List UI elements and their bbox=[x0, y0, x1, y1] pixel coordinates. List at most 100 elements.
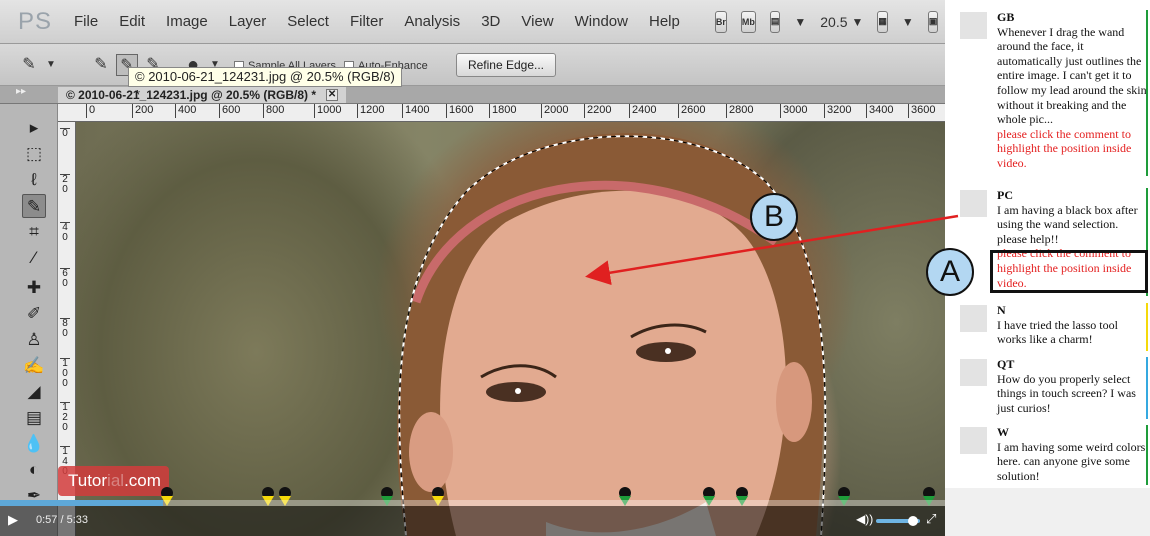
close-icon[interactable]: ✕ bbox=[326, 89, 339, 101]
comment-author: W bbox=[997, 425, 1009, 439]
zoom-level[interactable]: 20.5 bbox=[820, 14, 847, 30]
quick-selection-icon[interactable]: ✎ bbox=[18, 54, 40, 76]
chevron-down-icon[interactable]: ▼ bbox=[40, 54, 62, 76]
comment-item[interactable]: GB Whenever I drag the wand around the f… bbox=[945, 10, 1150, 180]
new-selection-icon[interactable]: ✎ bbox=[90, 54, 112, 76]
chevron-down-icon[interactable]: ▼ bbox=[852, 15, 864, 29]
avatar bbox=[960, 359, 987, 386]
ruler-tick-label: 3400 bbox=[866, 104, 893, 118]
volume-slider[interactable] bbox=[876, 516, 920, 526]
hint-highlight-box bbox=[990, 250, 1148, 293]
refine-edge-button[interactable]: Refine Edge... bbox=[456, 53, 556, 77]
document-tab-row: ▸▸ © 2010-06-21_124231.jpg @ 20.5% (RGB/… bbox=[0, 86, 945, 104]
menu-window[interactable]: Window bbox=[575, 13, 628, 30]
screen-mode-icon[interactable]: ▣ bbox=[927, 10, 939, 33]
blur-tool-icon[interactable]: 💧 bbox=[22, 432, 46, 456]
toolbox-panel: ▸ ⬚ ℓ ✎ ⌗ ⁄ ✚ ✐ ♙ ✍ ◢ ▤ 💧 ◐ ✒ bbox=[0, 104, 58, 536]
quick-selection-tool-icon[interactable]: ✎ bbox=[22, 194, 46, 218]
document-tab-title: © 2010-06-21_124231.jpg @ 20.5% (RGB/8) … bbox=[66, 88, 317, 102]
image-canvas[interactable] bbox=[76, 122, 945, 536]
comment-author: QT bbox=[997, 357, 1015, 371]
ruler-tick-label: 3000 bbox=[780, 104, 807, 118]
comment-item[interactable]: QT How do you properly select things in … bbox=[945, 357, 1150, 421]
comment-body: QT How do you properly select things in … bbox=[997, 357, 1147, 415]
comment-item[interactable]: W I am having some weird colors here. ca… bbox=[945, 425, 1150, 487]
chevron-down-icon[interactable]: ▼ bbox=[902, 15, 914, 29]
fullscreen-icon[interactable]: ⤢ bbox=[926, 511, 936, 527]
document-tab[interactable]: © 2010-06-21_124231.jpg @ 20.5% (RGB/8) … bbox=[58, 87, 347, 103]
collapse-panel-icon[interactable]: ▸▸ bbox=[16, 86, 26, 97]
bridge-button[interactable]: Br bbox=[714, 10, 727, 33]
eraser-tool-icon[interactable]: ◢ bbox=[22, 380, 46, 404]
history-brush-icon[interactable]: ✍ bbox=[22, 354, 46, 378]
ruler-tick-label: 2000 bbox=[541, 104, 568, 118]
photoshop-logo: PS bbox=[18, 7, 53, 35]
comment-text: How do you properly select things in tou… bbox=[997, 371, 1136, 415]
comment-accent bbox=[1146, 10, 1148, 176]
menu-view[interactable]: View bbox=[521, 13, 553, 30]
ruler-tick-label: 400 bbox=[175, 104, 196, 118]
move-tool-icon[interactable]: ▸ bbox=[22, 116, 46, 140]
time-separator: / bbox=[60, 514, 64, 526]
face bbox=[440, 190, 786, 536]
comment-item[interactable]: N I have tried the lasso tool works like… bbox=[945, 303, 1150, 353]
ruler-tick-label: 4 0 bbox=[60, 222, 70, 243]
ruler-tick-label: 0 bbox=[86, 104, 95, 118]
comment-text: I have tried the lasso tool works like a… bbox=[997, 317, 1118, 347]
play-icon[interactable]: ▶ bbox=[8, 512, 24, 528]
menu-3d[interactable]: 3D bbox=[481, 13, 500, 30]
comment-body: N I have tried the lasso tool works like… bbox=[997, 303, 1147, 347]
stamp-tool-icon[interactable]: ♙ bbox=[22, 328, 46, 352]
mini-bridge-button[interactable]: Mb bbox=[740, 10, 756, 33]
gradient-tool-icon[interactable]: ▤ bbox=[22, 406, 46, 430]
menu-analysis[interactable]: Analysis bbox=[404, 13, 460, 30]
brush-tool-icon[interactable]: ✐ bbox=[22, 302, 46, 326]
menu-edit[interactable]: Edit bbox=[119, 13, 145, 30]
eye-highlight bbox=[665, 348, 671, 354]
ruler-tick-label: 2600 bbox=[678, 104, 705, 118]
ruler-tick-label: 1400 bbox=[402, 104, 429, 118]
menu-help[interactable]: Help bbox=[649, 13, 680, 30]
crop-tool-icon[interactable]: ⌗ bbox=[22, 220, 46, 244]
ruler-tick-label: 2400 bbox=[629, 104, 656, 118]
menu-image[interactable]: Image bbox=[166, 13, 208, 30]
horizontal-ruler: 0 200 400 600 800 1000 1200 1400 1600 1800 2000 220… bbox=[58, 104, 945, 122]
comment-text: I am having some weird colors here. can … bbox=[997, 439, 1146, 483]
arrange-icon[interactable]: ▦ bbox=[877, 10, 888, 33]
eyedropper-tool-icon[interactable]: ⁄ bbox=[22, 246, 46, 270]
comment-accent bbox=[1146, 425, 1148, 485]
comment-hint[interactable]: please click the comment to highlight th… bbox=[997, 127, 1147, 171]
player-controls: ▶ 0:57 / 5:33 ◀)) ⤢ bbox=[0, 506, 945, 536]
ruler-tick-label: 200 bbox=[132, 104, 153, 118]
ruler-tick-label: 1600 bbox=[446, 104, 473, 118]
portrait-photo bbox=[397, 133, 827, 536]
watermark-faint: ial bbox=[107, 471, 125, 490]
marquee-tool-icon[interactable]: ⬚ bbox=[22, 142, 46, 166]
volume-icon[interactable]: ◀)) bbox=[856, 512, 873, 526]
dodge-tool-icon[interactable]: ◐ bbox=[22, 458, 46, 482]
chevron-down-icon[interactable]: ▼ bbox=[794, 15, 806, 29]
watermark-suffix: .com bbox=[124, 471, 161, 490]
watermark-main: Tutor bbox=[68, 471, 108, 490]
lasso-tool-icon[interactable]: ℓ bbox=[22, 168, 46, 192]
callout-b: B bbox=[750, 193, 798, 241]
ruler-tick-label: 8 0 bbox=[60, 318, 70, 339]
avatar bbox=[960, 305, 987, 332]
comment-text: I am having a black box after using the … bbox=[997, 202, 1138, 246]
volume-knob[interactable] bbox=[908, 516, 919, 526]
ruler-tick-label: 3200 bbox=[824, 104, 851, 118]
menu-select[interactable]: Select bbox=[287, 13, 329, 30]
avatar bbox=[960, 12, 987, 39]
video-player[interactable]: PS File Edit Image Layer Select Filter A… bbox=[0, 0, 945, 536]
menu-layer[interactable]: Layer bbox=[229, 13, 267, 30]
healing-tool-icon[interactable]: ✚ bbox=[22, 276, 46, 300]
menu-file[interactable]: File bbox=[74, 13, 98, 30]
ruler-tick-label: 2200 bbox=[584, 104, 611, 118]
time-display: 0:57 / 5:33 bbox=[36, 514, 88, 526]
menu-filter[interactable]: Filter bbox=[350, 13, 383, 30]
comment-text: Whenever I drag the wand around the face… bbox=[997, 24, 1147, 127]
ruler-tick-label: 6 0 bbox=[60, 268, 70, 289]
ruler-tick-label: 1200 bbox=[357, 104, 384, 118]
comment-author: N bbox=[997, 303, 1006, 317]
film-icon[interactable]: ▤ bbox=[769, 10, 781, 33]
